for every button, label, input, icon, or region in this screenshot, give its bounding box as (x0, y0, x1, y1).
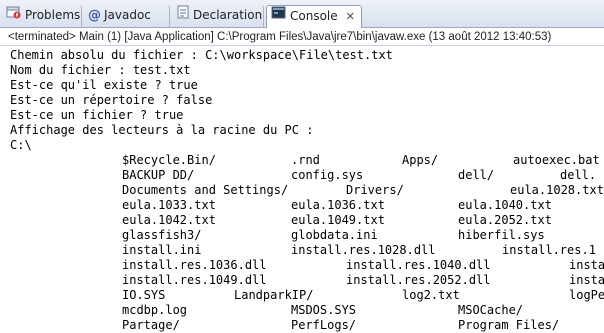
listing-entry: autoexec.bat (513, 153, 600, 167)
listing-entry: Documents and Settings/ (122, 183, 289, 197)
console-icon (271, 6, 287, 27)
listing-entry: eula.1033.txt (122, 198, 216, 212)
listing-entry: install.res.1040.dll (346, 258, 491, 272)
listing-entry: dell. (560, 168, 597, 182)
console-line: C:\ (10, 138, 32, 152)
listing-entry: BACKUP DD/ (122, 168, 195, 182)
listing-entry: install.res.1028.dll (291, 243, 436, 257)
listing-entry: Apps/ (402, 153, 439, 167)
listing-entry: glassfish3/ (122, 228, 202, 242)
listing-entry: MSDOS.SYS (291, 303, 357, 317)
listing-entry: insta (569, 258, 604, 272)
listing-entry: install.res.2052.dll (346, 273, 491, 287)
listing-entry: eula.1042.txt (122, 213, 216, 227)
listing-entry: insta (569, 273, 604, 287)
tab-console[interactable]: Console ✕ (266, 5, 362, 28)
listing-entry: config.sys (291, 168, 364, 182)
listing-entry: globdata.ini (291, 228, 378, 242)
listing-entry: eula.1036.txt (291, 198, 385, 212)
listing-entry: Program Files/ (458, 318, 560, 332)
listing-entry: .rnd (291, 153, 320, 167)
listing-entry: Drivers/ (346, 183, 404, 197)
javadoc-at-icon: @ (88, 8, 101, 23)
listing-entry: eula.1028.txt (510, 183, 604, 197)
listing-entry: mcdbp.log (122, 303, 188, 317)
console-line: Nom du fichier : test.txt (10, 63, 191, 77)
view-tab-bar: Problems @ Javadoc Declaration Console ✕ (0, 0, 604, 28)
tab-problems-label: Problems (25, 8, 81, 22)
listing-entry: Partage/ (122, 318, 180, 332)
listing-entry: IO.SYS (122, 288, 166, 302)
tab-javadoc-label: Javadoc (104, 8, 151, 22)
listing-entry: eula.2052.txt (458, 213, 552, 227)
console-line: Est-ce un répertoire ? false (10, 93, 213, 107)
listing-entry: LandparkIP/ (234, 288, 314, 302)
declaration-icon (176, 5, 190, 26)
listing-entry: install.res.1036.dll (122, 258, 267, 272)
close-icon[interactable]: ✕ (346, 6, 355, 27)
console-status-bar: <terminated> Main (1) [Java Application]… (0, 28, 604, 46)
listing-entry: eula.1049.txt (291, 213, 385, 227)
listing-entry: eula.1040.txt (458, 198, 552, 212)
listing-entry: logPe (569, 288, 604, 302)
console-line: Est-ce qu'il existe ? true (10, 78, 198, 92)
listing-entry: install.res.1049.dll (122, 273, 267, 287)
listing-entry: install.res.1 (502, 243, 596, 257)
listing-entry: $Recycle.Bin/ (122, 153, 216, 167)
listing-entry: hiberfil.sys (458, 228, 545, 242)
listing-entry: dell/ (458, 168, 495, 182)
listing-entry: log2.txt (402, 288, 460, 302)
listing-entry: install.ini (122, 243, 202, 257)
console-line: Est-ce un fichier ? true (10, 108, 184, 122)
console-line: Affichage des lecteurs à la racine du PC… (10, 123, 314, 137)
tab-declaration[interactable]: Declaration (172, 5, 264, 27)
console-output[interactable]: Chemin absolu du fichier : C:\workspace\… (0, 46, 604, 333)
listing-entry: MSOCache/ (458, 303, 524, 317)
tab-problems[interactable]: Problems (2, 5, 82, 27)
listing-entry: PerfLogs/ (291, 318, 357, 332)
tab-console-label: Console (290, 9, 338, 23)
tab-javadoc[interactable]: @ Javadoc (84, 5, 170, 27)
problems-icon (6, 5, 22, 26)
tab-declaration-label: Declaration (193, 8, 263, 22)
console-line: Chemin absolu du fichier : C:\workspace\… (10, 48, 393, 62)
